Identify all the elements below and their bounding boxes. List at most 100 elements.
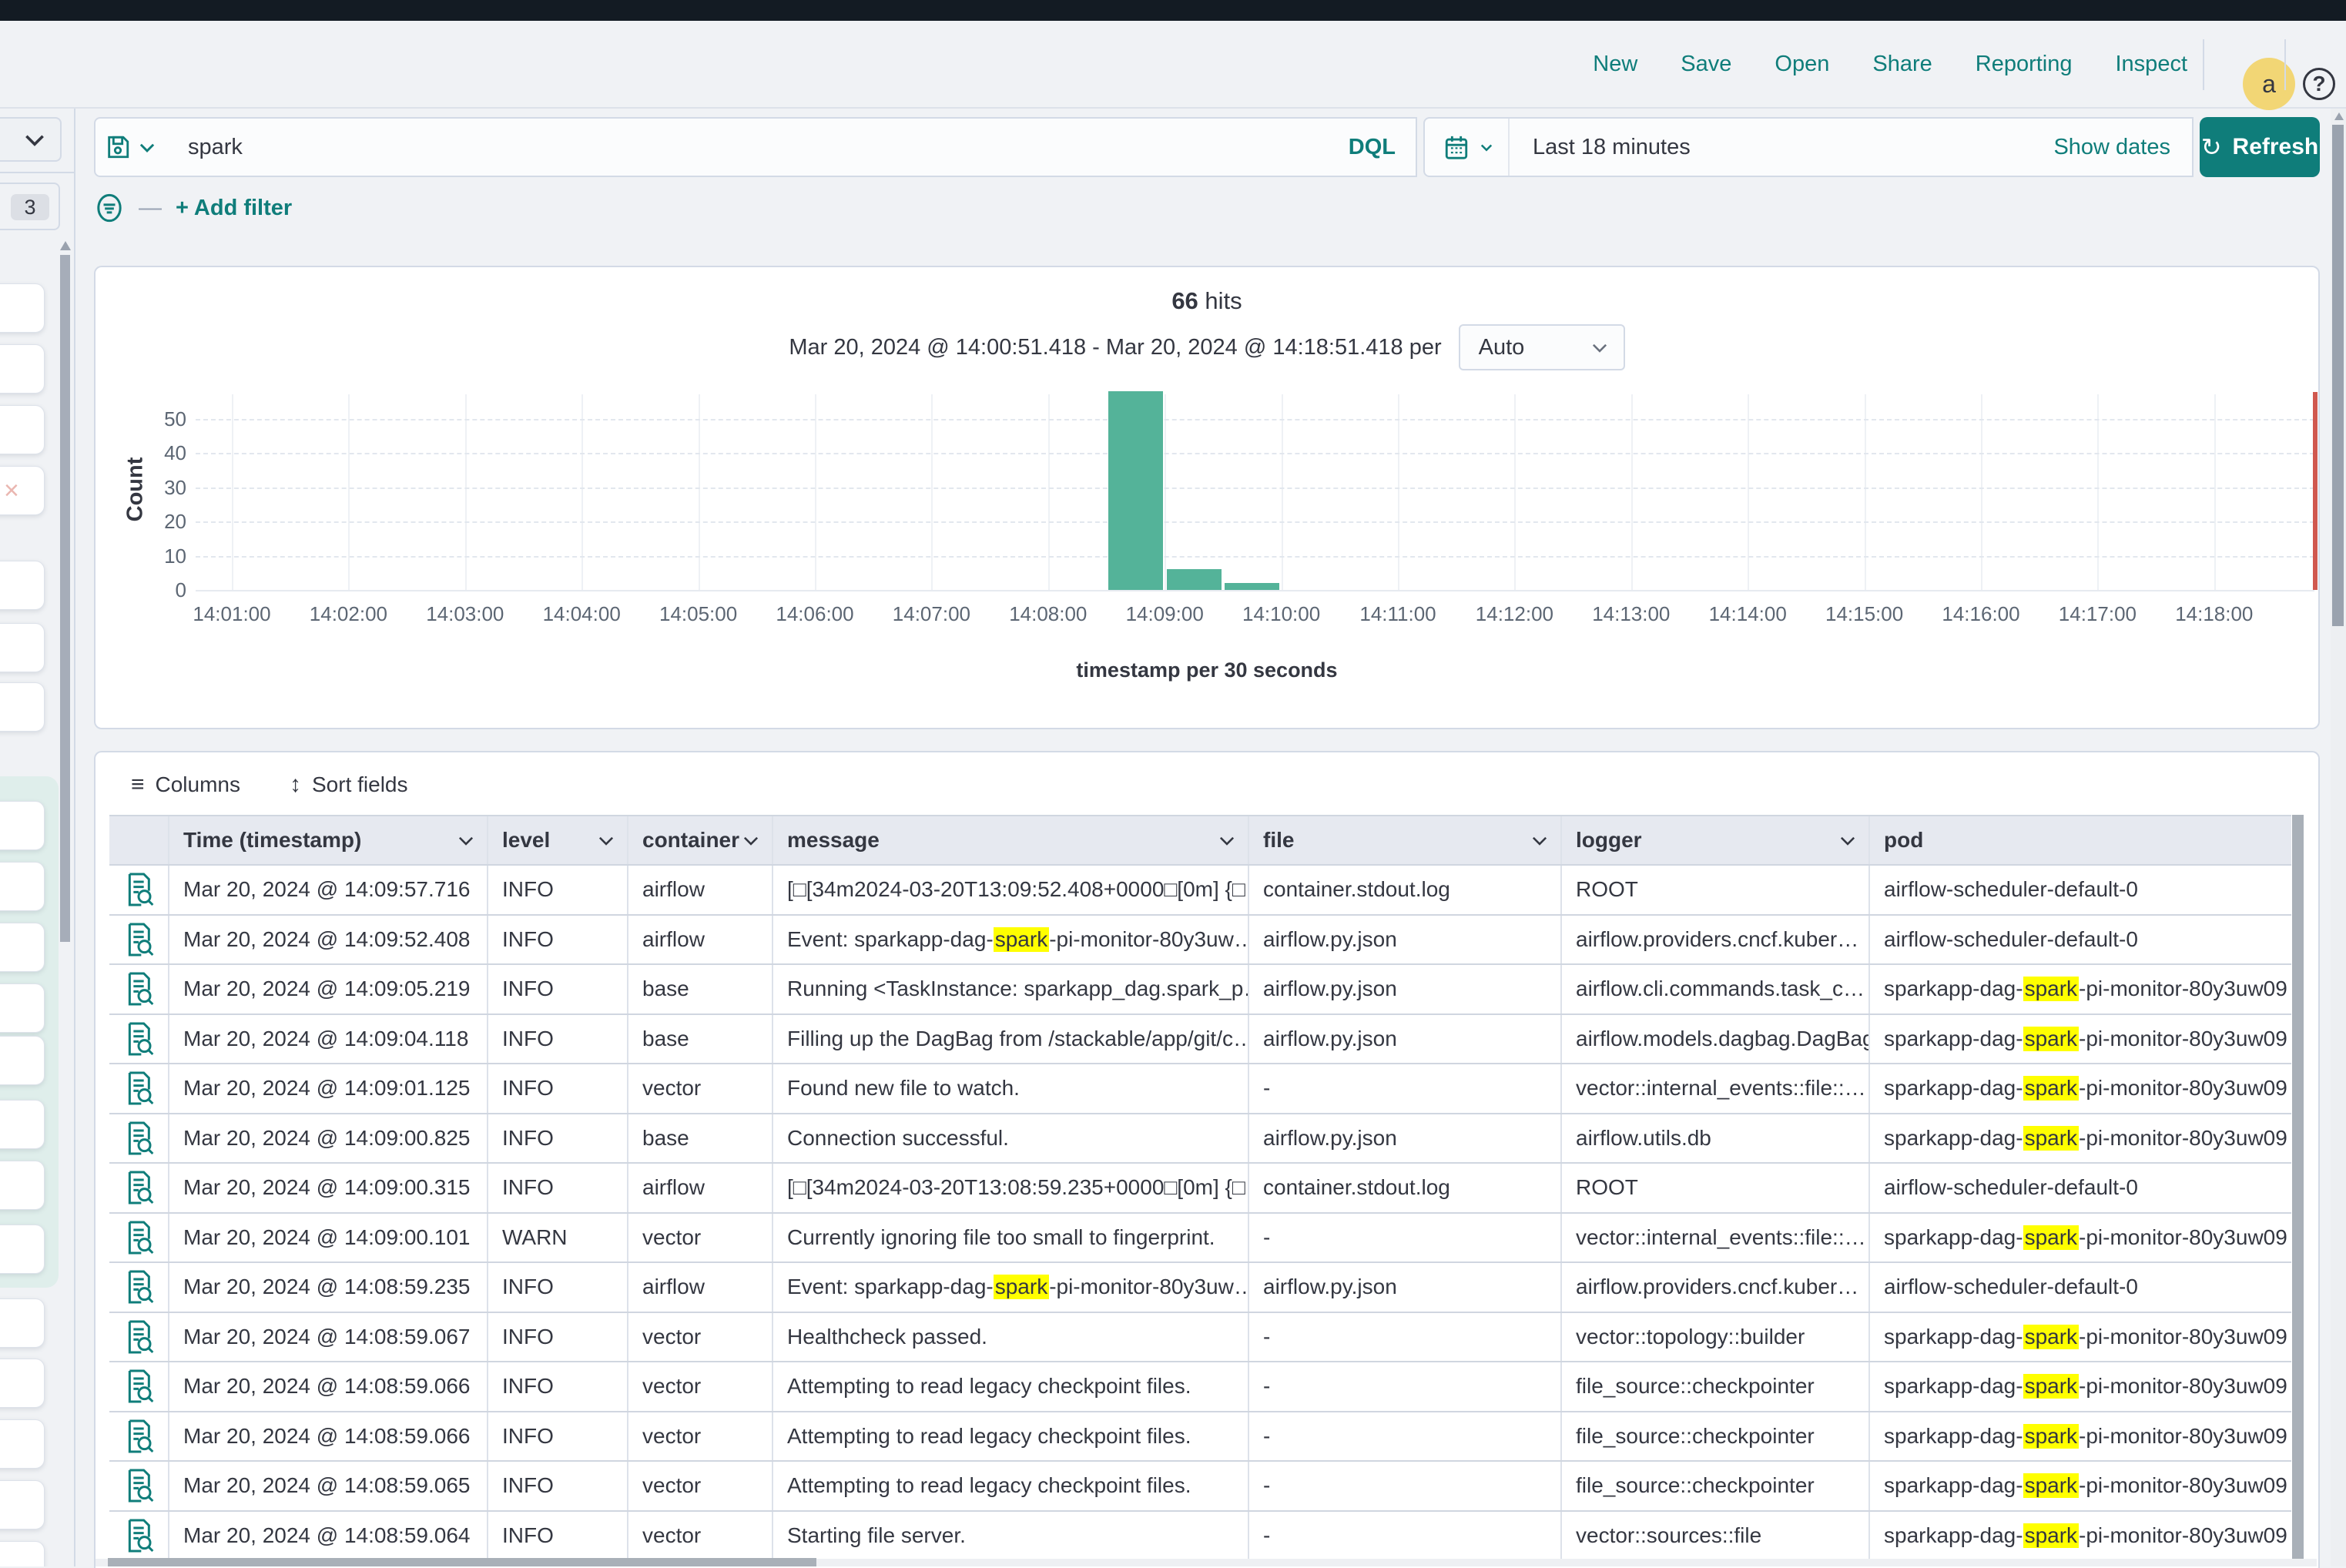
field-pill[interactable] (0, 862, 45, 911)
field-pill[interactable] (0, 923, 45, 972)
filter-icon[interactable] (94, 193, 125, 223)
collapse-sidebar-button[interactable] (0, 117, 62, 162)
expand-cell[interactable] (109, 1512, 168, 1560)
sidebar-scrollbar[interactable] (60, 255, 70, 942)
inspect-document-icon[interactable] (123, 1121, 154, 1155)
expand-cell[interactable] (109, 1412, 168, 1461)
inspect-document-icon[interactable] (123, 1369, 154, 1403)
inspect-document-icon[interactable] (123, 1071, 154, 1105)
field-pill[interactable] (0, 1359, 45, 1408)
expand-cell[interactable] (109, 1362, 168, 1411)
table-row[interactable]: Mar 20, 2024 @ 14:08:59.066INFOvectorAtt… (109, 1412, 2291, 1462)
expand-cell[interactable] (109, 1015, 168, 1064)
field-pill[interactable] (0, 561, 45, 610)
topnav-link-reporting[interactable]: Reporting (1976, 52, 2073, 77)
inspect-document-icon[interactable] (123, 1469, 154, 1503)
histogram-bar[interactable] (1108, 391, 1163, 590)
date-picker[interactable]: Last 18 minutes Show dates (1423, 117, 2194, 177)
table-row[interactable]: Mar 20, 2024 @ 14:08:59.067INFOvectorHea… (109, 1313, 2291, 1363)
table-row[interactable]: Mar 20, 2024 @ 14:09:01.125INFOvectorFou… (109, 1064, 2291, 1114)
expand-cell[interactable] (109, 1462, 168, 1510)
expand-cell[interactable] (109, 1263, 168, 1312)
inspect-document-icon[interactable] (123, 1221, 154, 1255)
sidebar-scroll-up-icon[interactable] (60, 241, 71, 250)
inspect-document-icon[interactable] (123, 1171, 154, 1204)
column-header-file[interactable]: file (1248, 816, 1560, 864)
sort-fields-button[interactable]: ↕ Sort fields (290, 772, 408, 798)
help-icon[interactable]: ? (2303, 68, 2335, 100)
field-pill[interactable]: × (0, 466, 45, 515)
column-header-message[interactable]: message (772, 816, 1248, 864)
topnav-link-new[interactable]: New (1593, 52, 1637, 77)
expand-cell[interactable] (109, 866, 168, 914)
field-pill[interactable] (0, 801, 45, 850)
column-header-level[interactable]: level (487, 816, 627, 864)
page-scrollbar-thumb[interactable] (2332, 125, 2344, 626)
table-row[interactable]: Mar 20, 2024 @ 14:09:00.825INFObaseConne… (109, 1114, 2291, 1164)
saved-query-menu[interactable] (94, 117, 168, 177)
inspect-document-icon[interactable] (123, 873, 154, 906)
add-filter-button[interactable]: + Add filter (176, 196, 292, 221)
field-pill[interactable] (0, 1100, 45, 1149)
topnav-link-save[interactable]: Save (1681, 52, 1731, 77)
expand-cell[interactable] (109, 1214, 168, 1262)
field-pill[interactable] (0, 1541, 45, 1566)
time-range-value[interactable]: Last 18 minutes (1510, 135, 2053, 160)
inspect-document-icon[interactable] (123, 923, 154, 957)
histogram-bar[interactable] (1167, 569, 1222, 590)
field-pill[interactable] (0, 1480, 45, 1529)
field-pill[interactable] (0, 1298, 45, 1348)
table-row[interactable]: Mar 20, 2024 @ 14:08:59.066INFOvectorAtt… (109, 1362, 2291, 1412)
table-scrollbar-thumb[interactable] (2292, 815, 2304, 1566)
histogram-bar[interactable] (1225, 583, 1279, 590)
avatar[interactable]: a (2243, 58, 2295, 110)
table-row[interactable]: Mar 20, 2024 @ 14:09:00.101WARNvectorCur… (109, 1214, 2291, 1264)
column-header-pod[interactable]: pod (1868, 816, 2291, 864)
table-row[interactable]: Mar 20, 2024 @ 14:09:04.118INFObaseFilli… (109, 1015, 2291, 1065)
table-row[interactable]: Mar 20, 2024 @ 14:09:57.716INFOairflow[□… (109, 866, 2291, 916)
column-header-expand[interactable] (109, 816, 168, 864)
table-row[interactable]: Mar 20, 2024 @ 14:09:00.315INFOairflow[□… (109, 1164, 2291, 1214)
x-tick-label: 14:03:00 (404, 602, 527, 626)
inspect-document-icon[interactable] (123, 1519, 154, 1553)
field-pill[interactable] (0, 1419, 45, 1469)
table-row[interactable]: Mar 20, 2024 @ 14:08:59.235INFOairflowEv… (109, 1263, 2291, 1313)
field-pill[interactable] (0, 983, 45, 1033)
page-scroll-up-icon[interactable] (2334, 112, 2344, 120)
topnav-link-inspect[interactable]: Inspect (2116, 52, 2188, 77)
expand-cell[interactable] (109, 916, 168, 964)
inspect-document-icon[interactable] (123, 1022, 154, 1056)
inspect-document-icon[interactable] (123, 972, 154, 1006)
topnav-link-share[interactable]: Share (1872, 52, 1932, 77)
inspect-document-icon[interactable] (123, 1270, 154, 1304)
expand-cell[interactable] (109, 1313, 168, 1362)
field-pill[interactable] (0, 623, 45, 672)
expand-cell[interactable] (109, 1114, 168, 1163)
field-pill[interactable] (0, 1036, 45, 1085)
inspect-document-icon[interactable] (123, 1320, 154, 1354)
show-dates-button[interactable]: Show dates (2053, 135, 2192, 160)
column-header-logger[interactable]: logger (1560, 816, 1868, 864)
table-row[interactable]: Mar 20, 2024 @ 14:08:59.064INFOvectorSta… (109, 1512, 2291, 1562)
expand-cell[interactable] (109, 965, 168, 1014)
topnav-link-open[interactable]: Open (1775, 52, 1829, 77)
field-pill[interactable] (0, 344, 45, 394)
refresh-button[interactable]: ↻ Refresh (2200, 117, 2320, 177)
table-row[interactable]: Mar 20, 2024 @ 14:09:05.219INFObaseRunni… (109, 965, 2291, 1015)
column-header-container[interactable]: container (627, 816, 772, 864)
columns-button[interactable]: ≡ Columns (131, 772, 240, 798)
table-hscrollbar-thumb[interactable] (108, 1558, 816, 1566)
table-row[interactable]: Mar 20, 2024 @ 14:08:59.065INFOvectorAtt… (109, 1462, 2291, 1512)
field-pill[interactable] (0, 682, 45, 732)
field-pill[interactable] (0, 405, 45, 454)
field-pill[interactable] (0, 1161, 45, 1210)
search-input[interactable] (166, 135, 1329, 160)
table-row[interactable]: Mar 20, 2024 @ 14:09:52.408INFOairflowEv… (109, 916, 2291, 966)
field-pill[interactable] (0, 283, 45, 333)
query-language-button[interactable]: DQL (1329, 135, 1416, 160)
column-header-time-timestamp[interactable]: Time (timestamp) (168, 816, 487, 864)
inspect-document-icon[interactable] (123, 1419, 154, 1453)
field-pill[interactable] (0, 1225, 45, 1274)
expand-cell[interactable] (109, 1164, 168, 1212)
expand-cell[interactable] (109, 1064, 168, 1113)
